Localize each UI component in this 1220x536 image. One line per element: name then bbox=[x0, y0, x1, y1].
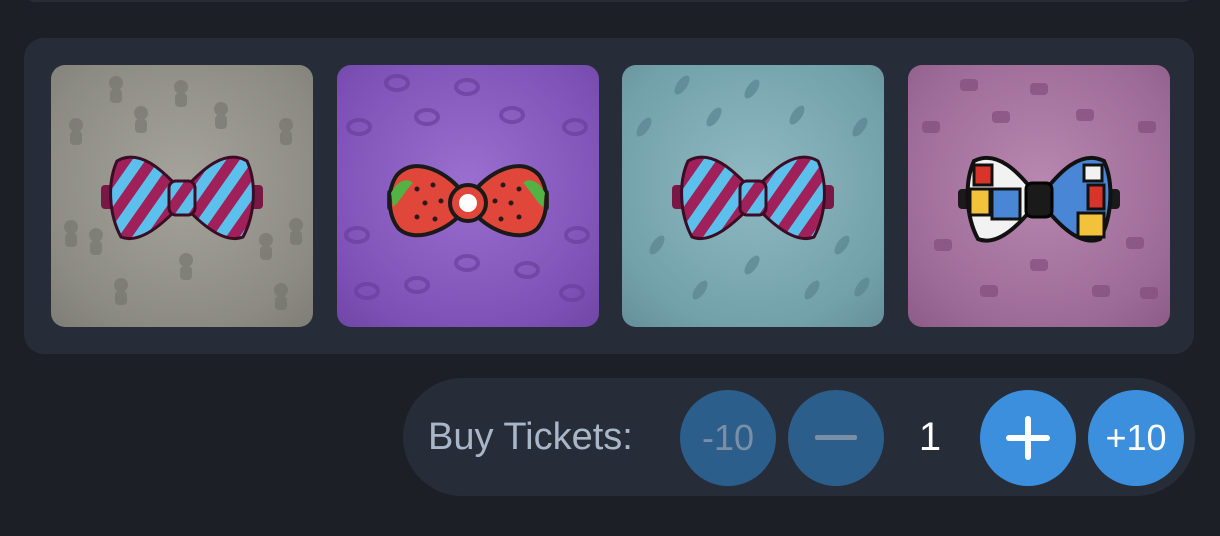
buy-tickets-label: Buy Tickets: bbox=[428, 416, 633, 458]
plus-ten-button[interactable]: +10 bbox=[1088, 390, 1184, 486]
gallery-item-2[interactable] bbox=[337, 65, 599, 327]
minus-ten-button[interactable]: -10 bbox=[680, 390, 776, 486]
bow-tie-gallery bbox=[24, 38, 1194, 354]
decrement-button[interactable] bbox=[788, 390, 884, 486]
gallery-item-3[interactable] bbox=[622, 65, 884, 327]
striped-bow-tie-icon bbox=[672, 155, 834, 241]
previous-panel-edge bbox=[24, 0, 1194, 2]
ticket-quantity: 1 bbox=[918, 415, 942, 459]
plus-icon bbox=[1006, 416, 1050, 460]
strawberry-bow-tie-icon bbox=[387, 164, 549, 238]
gallery-item-4[interactable] bbox=[908, 65, 1170, 327]
gallery-item-1[interactable] bbox=[51, 65, 313, 327]
plus-ten-label: +10 bbox=[1105, 417, 1167, 458]
minus-icon bbox=[815, 435, 857, 440]
buy-tickets-bar: Buy Tickets: -10 1 +10 bbox=[403, 378, 1195, 496]
increment-button[interactable] bbox=[980, 390, 1076, 486]
striped-bow-tie-icon bbox=[101, 155, 263, 241]
mondrian-bow-tie-icon bbox=[958, 156, 1120, 243]
minus-ten-label: -10 bbox=[701, 417, 755, 458]
